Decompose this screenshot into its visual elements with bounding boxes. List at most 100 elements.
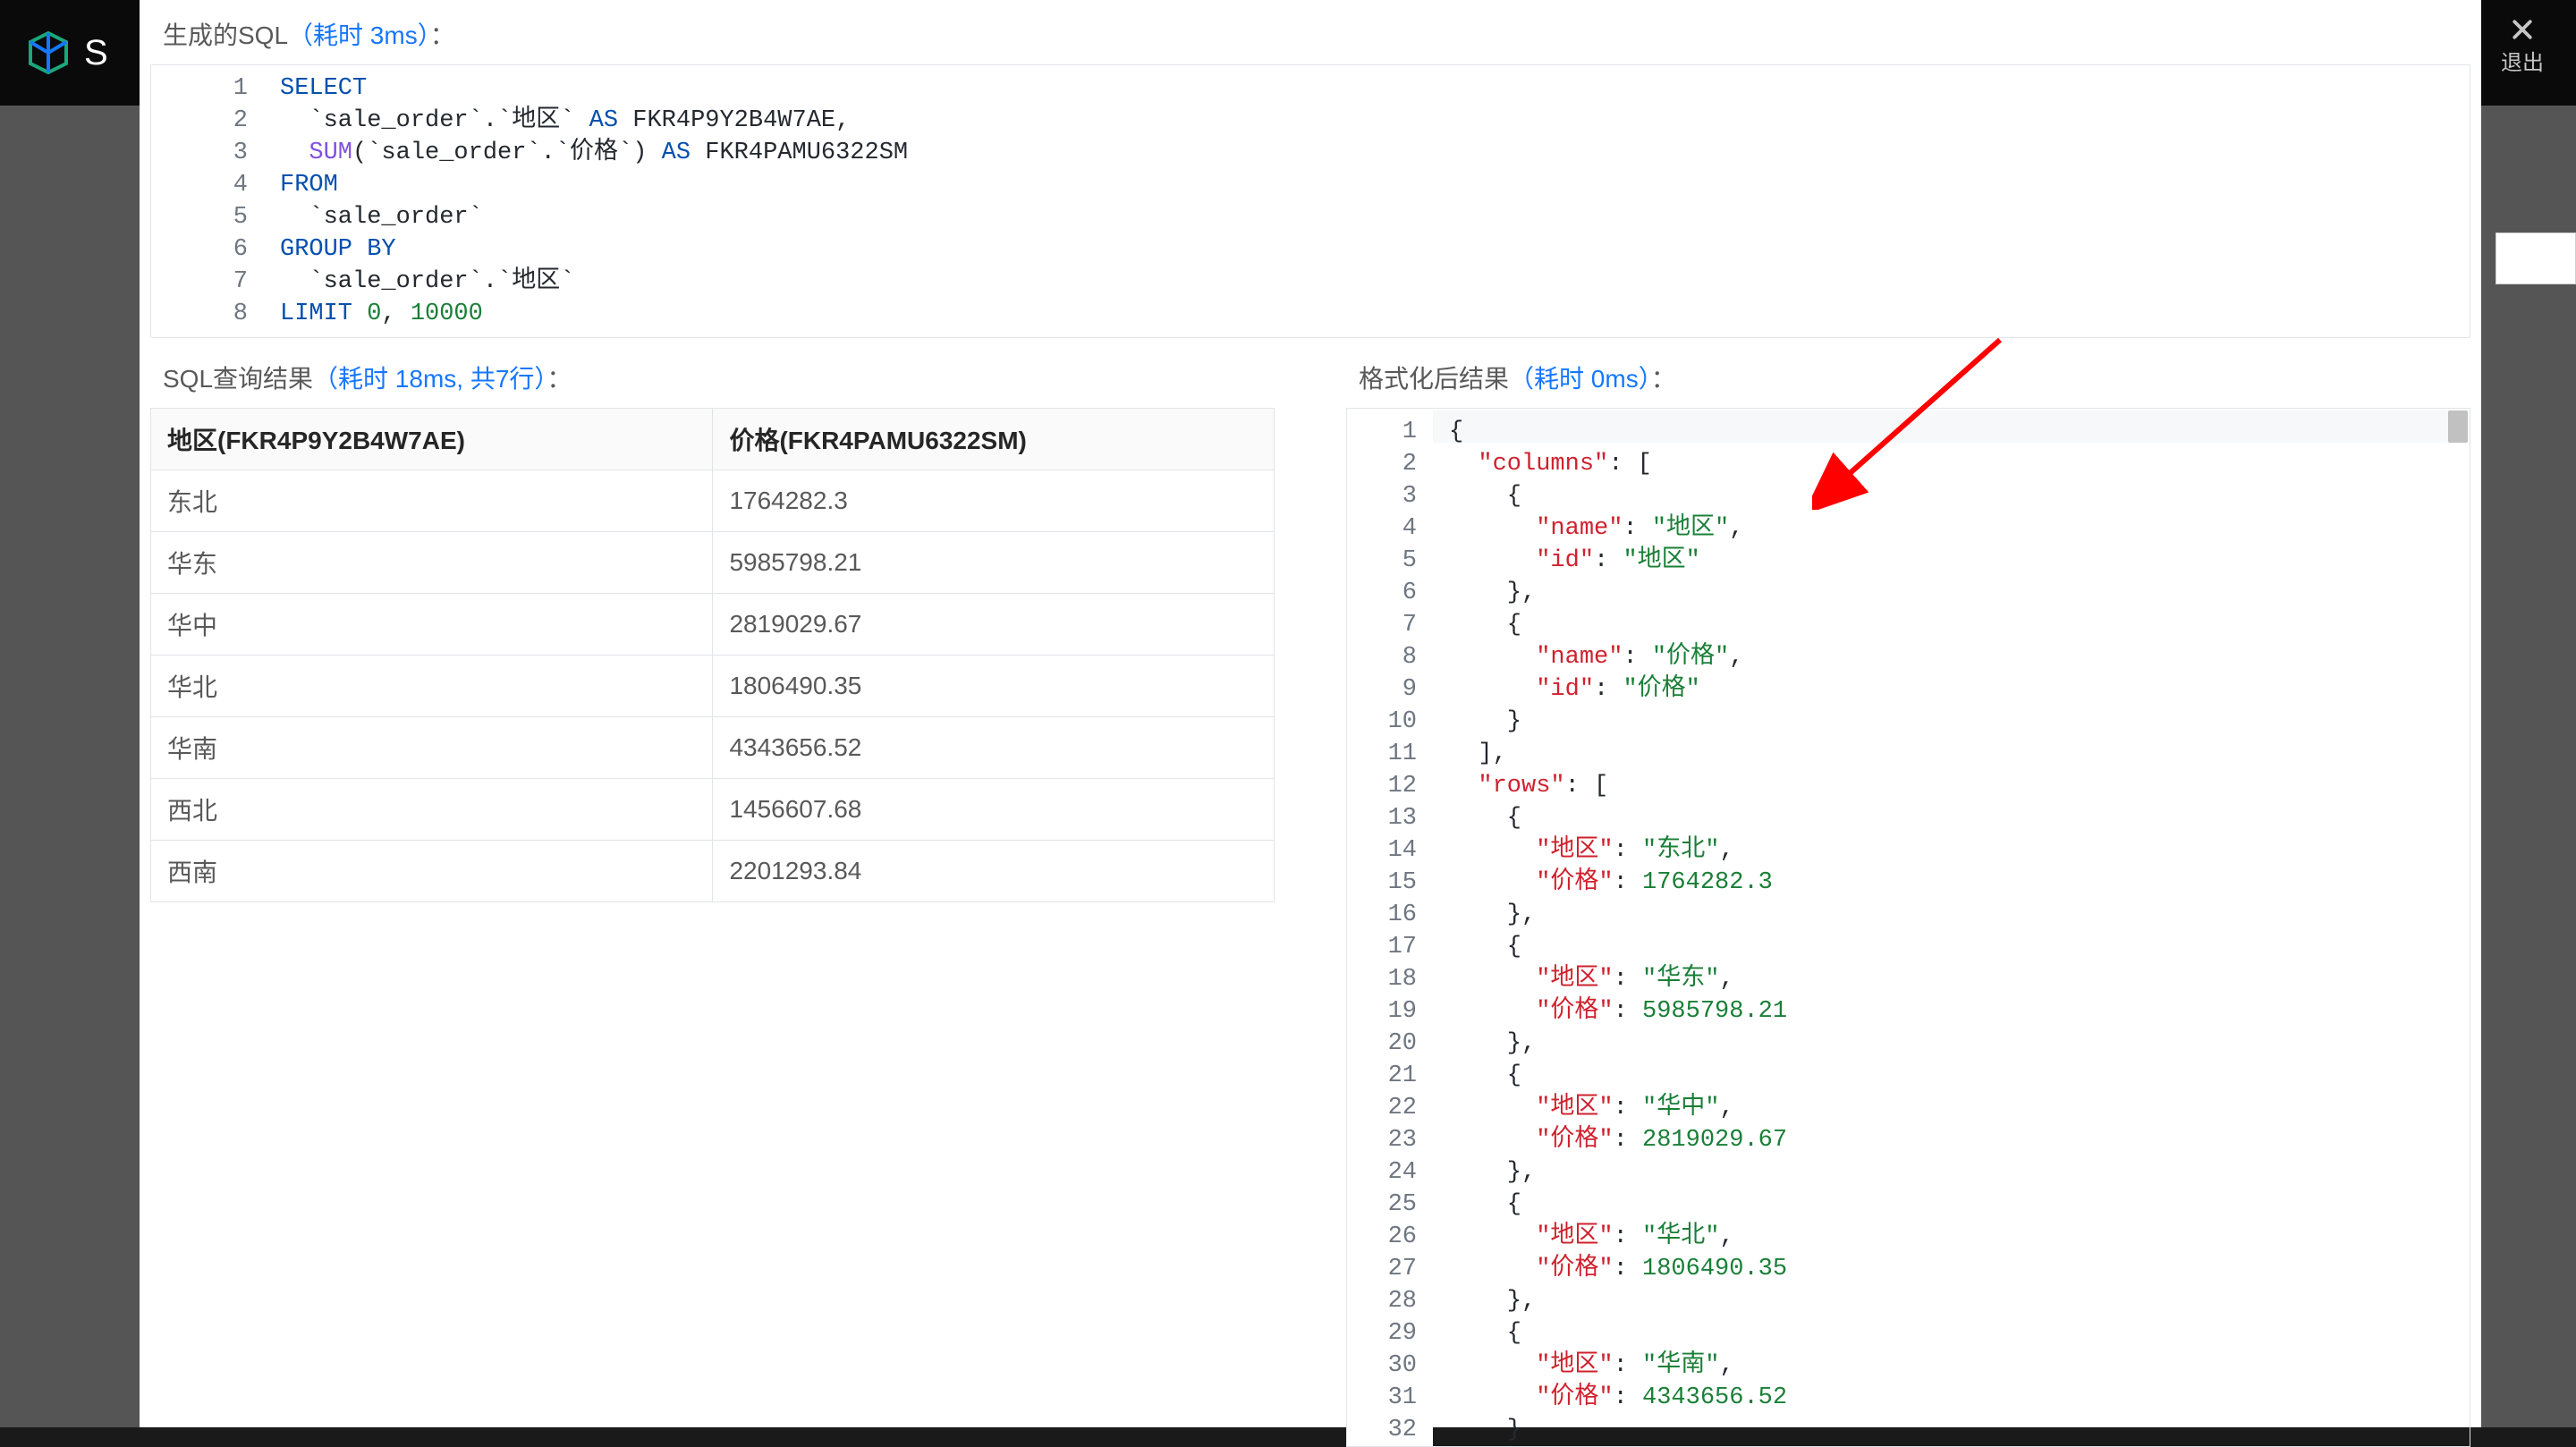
line-number: 1 — [151, 72, 248, 105]
table-cell: 5985798.21 — [713, 532, 1275, 594]
table-row: 华东5985798.21 — [151, 532, 1275, 594]
table-cell: 华东 — [151, 532, 713, 594]
table-cell: 西南 — [151, 841, 713, 902]
line-number: 4 — [151, 169, 248, 201]
code-line: "价格": 2819029.67 — [1449, 1124, 2470, 1156]
sql-result-column: SQL查询结果（耗时 18ms, 共7行）： 地区(FKR4P9Y2B4W7AE… — [150, 343, 1275, 1447]
line-number: 9 — [1347, 673, 1417, 706]
code-line: LIMIT 0, 10000 — [280, 298, 2470, 330]
line-number: 11 — [1347, 738, 1417, 770]
line-number: 13 — [1347, 802, 1417, 834]
line-number: 5 — [1347, 545, 1417, 577]
code-line: { — [1449, 1317, 2470, 1350]
code-line: "rows": [ — [1449, 770, 2470, 802]
line-number: 6 — [151, 233, 248, 266]
table-cell: 西北 — [151, 779, 713, 841]
table-cell: 1806490.35 — [713, 656, 1275, 717]
code-line: "id": "地区" — [1449, 545, 2470, 577]
code-line: "地区": "华东", — [1449, 963, 2470, 995]
code-line: "价格": 1764282.3 — [1449, 867, 2470, 899]
table-cell: 华南 — [151, 717, 713, 779]
cube-icon — [25, 30, 72, 76]
code-line: }, — [1449, 1028, 2470, 1060]
table-cell: 东北 — [151, 470, 713, 532]
code-line: }, — [1449, 577, 2470, 609]
line-number: 31 — [1347, 1382, 1417, 1414]
line-number: 29 — [1347, 1317, 1417, 1350]
code-line: "name": "地区", — [1449, 512, 2470, 545]
line-number: 18 — [1347, 963, 1417, 995]
line-number: 28 — [1347, 1285, 1417, 1317]
line-number: 26 — [1347, 1221, 1417, 1253]
line-number: 16 — [1347, 899, 1417, 931]
line-number: 32 — [1347, 1414, 1417, 1446]
line-number: 30 — [1347, 1350, 1417, 1382]
code-line: }, — [1449, 1156, 2470, 1189]
table-header-row: 地区(FKR4P9Y2B4W7AE)价格(FKR4PAMU6322SM) — [151, 409, 1275, 470]
json-code-editor[interactable]: 1234567891011121314151617181920212223242… — [1346, 408, 2470, 1447]
code-line: GROUP BY — [280, 233, 2470, 266]
line-number: 1 — [1347, 416, 1417, 448]
close-icon — [2509, 16, 2536, 43]
background-input-fragment[interactable] — [2496, 233, 2576, 284]
line-number: 3 — [151, 137, 248, 169]
code-line: FROM — [280, 169, 2470, 201]
code-line: "地区": "华南", — [1449, 1350, 2470, 1382]
code-line: SUM(`sale_order`.`价格`) AS FKR4PAMU6322SM — [280, 137, 2470, 169]
table-header-cell: 地区(FKR4P9Y2B4W7AE) — [151, 409, 713, 470]
table-row: 西南2201293.84 — [151, 841, 1275, 902]
line-number: 2 — [1347, 448, 1417, 480]
line-number: 4 — [1347, 512, 1417, 545]
line-number: 25 — [1347, 1189, 1417, 1221]
code-line: "价格": 1806490.35 — [1449, 1253, 2470, 1285]
line-number: 14 — [1347, 834, 1417, 867]
code-line: "价格": 5985798.21 — [1449, 995, 2470, 1028]
code-line: "地区": "华北", — [1449, 1221, 2470, 1253]
sql-result-title: SQL查询结果（耗时 18ms, 共7行）： — [163, 360, 1275, 395]
table-header-cell: 价格(FKR4PAMU6322SM) — [713, 409, 1275, 470]
code-line: `sale_order`.`地区` — [280, 266, 2470, 298]
line-number: 5 — [151, 201, 248, 233]
code-line: { — [1449, 480, 2470, 512]
sql-code-editor[interactable]: 12345678 SELECT `sale_order`.`地区` AS FKR… — [150, 64, 2470, 338]
code-line: { — [1449, 416, 2470, 448]
table-row: 东北1764282.3 — [151, 470, 1275, 532]
code-line: }, — [1449, 899, 2470, 931]
code-line: "地区": "东北", — [1449, 834, 2470, 867]
line-number: 15 — [1347, 867, 1417, 899]
table-cell: 1456607.68 — [713, 779, 1275, 841]
code-line: "name": "价格", — [1449, 641, 2470, 673]
line-number: 22 — [1347, 1092, 1417, 1124]
sql-debug-modal: 生成的SQL（耗时 3ms）： 12345678 SELECT `sale_or… — [140, 0, 2481, 1427]
logo-initial: S — [84, 33, 108, 73]
generated-sql-title: 生成的SQL（耗时 3ms）： — [163, 16, 2470, 52]
line-number: 24 — [1347, 1156, 1417, 1189]
code-line: { — [1449, 931, 2470, 963]
table-cell: 1764282.3 — [713, 470, 1275, 532]
formatted-result-column: 格式化后结果（耗时 0ms）： 123456789101112131415161… — [1346, 343, 2470, 1447]
sql-result-table: 地区(FKR4P9Y2B4W7AE)价格(FKR4PAMU6322SM)东北17… — [150, 408, 1275, 902]
code-line: "columns": [ — [1449, 448, 2470, 480]
code-line: { — [1449, 609, 2470, 641]
exit-button[interactable]: 退出 — [2501, 16, 2544, 76]
line-number: 2 — [151, 105, 248, 137]
line-number: 21 — [1347, 1060, 1417, 1092]
code-line: `sale_order` — [280, 201, 2470, 233]
table-cell: 华中 — [151, 594, 713, 656]
code-line: } — [1449, 706, 2470, 738]
code-line: "id": "价格" — [1449, 673, 2470, 706]
code-line: } — [1449, 1414, 2470, 1446]
table-cell: 2819029.67 — [713, 594, 1275, 656]
table-row: 华北1806490.35 — [151, 656, 1275, 717]
line-number: 20 — [1347, 1028, 1417, 1060]
table-row: 西北1456607.68 — [151, 779, 1275, 841]
code-line: ], — [1449, 738, 2470, 770]
code-line: SELECT — [280, 72, 2470, 105]
code-line: "价格": 4343656.52 — [1449, 1382, 2470, 1414]
line-number: 17 — [1347, 931, 1417, 963]
line-number: 6 — [1347, 577, 1417, 609]
table-row: 华中2819029.67 — [151, 594, 1275, 656]
code-line: { — [1449, 1060, 2470, 1092]
code-line: }, — [1449, 1285, 2470, 1317]
line-number: 7 — [151, 266, 248, 298]
